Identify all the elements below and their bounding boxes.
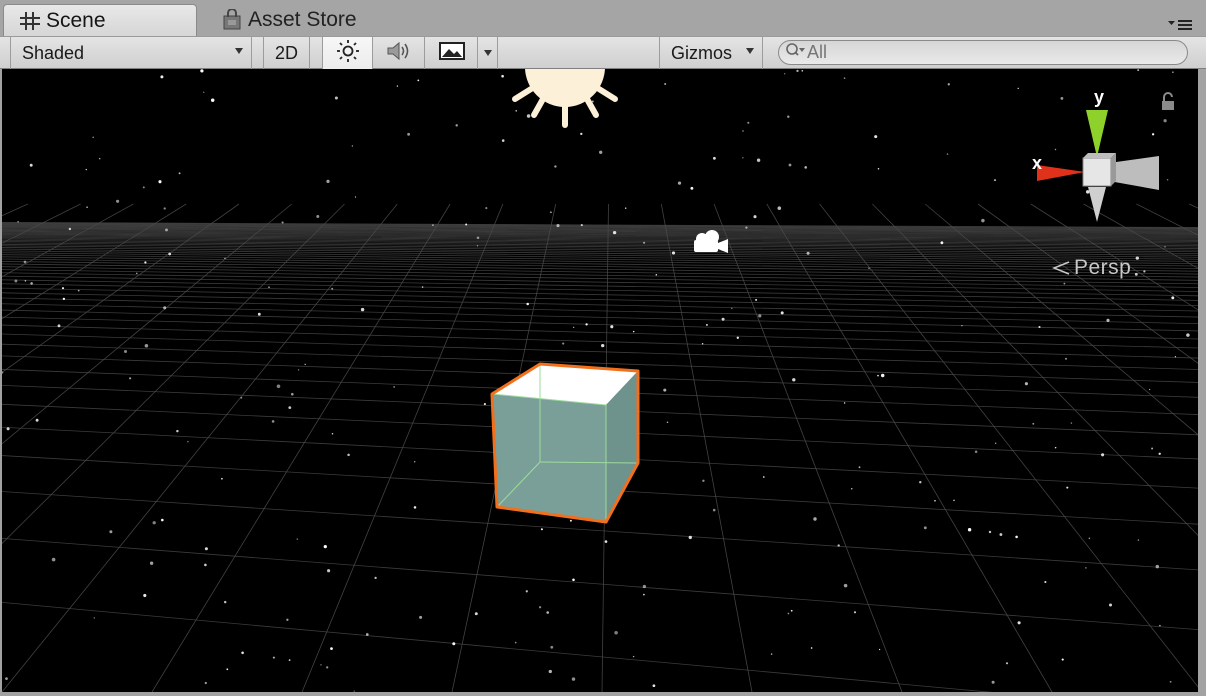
2d-toggle-button[interactable]: 2D <box>263 37 310 69</box>
scene-lighting-toggle[interactable] <box>322 37 373 69</box>
2d-label: 2D <box>274 42 298 63</box>
speaker-icon <box>385 39 413 68</box>
tab-scene-label: Scene <box>46 8 106 32</box>
draw-mode-label: Shaded <box>22 42 85 63</box>
scene-toolbar: Shaded 2D Gizmos All <box>0 36 1206 69</box>
draw-mode-dropdown[interactable]: Shaded <box>10 37 252 69</box>
orientation-gizmo[interactable] <box>1037 110 1159 222</box>
gizmos-dropdown[interactable]: Gizmos <box>659 37 763 69</box>
tab-scene[interactable]: Scene <box>3 4 197 36</box>
search-field[interactable]: All <box>778 40 1188 65</box>
panel-menu-icon[interactable] <box>1168 14 1194 32</box>
chevron-down-icon <box>746 48 754 54</box>
chevron-down-icon <box>235 48 243 54</box>
tab-bar: Scene Asset Store <box>0 0 1206 36</box>
sun-icon <box>336 39 360 68</box>
chevron-left-icon <box>1052 260 1070 276</box>
image-icon <box>438 41 465 66</box>
directional-light-icon <box>512 69 618 128</box>
selected-cube <box>490 362 640 524</box>
lock-icon[interactable] <box>1162 92 1174 110</box>
scene-effects-toggle[interactable] <box>426 37 478 69</box>
projection-toggle[interactable]: Persp <box>1052 256 1131 280</box>
scene-render <box>2 69 1198 692</box>
axis-y-label: y <box>1094 87 1105 107</box>
scene-viewport[interactable]: y x Persp <box>2 69 1198 692</box>
gizmos-label: Gizmos <box>671 42 733 63</box>
effects-dropdown[interactable] <box>478 37 498 69</box>
tab-asset-store[interactable]: Asset Store <box>216 4 436 36</box>
search-icon <box>785 42 807 63</box>
scene-audio-toggle[interactable] <box>373 37 425 69</box>
projection-label: Persp <box>1074 256 1132 279</box>
shopping-bag-icon <box>220 9 244 31</box>
search-placeholder: All <box>807 42 828 62</box>
chevron-down-icon <box>483 50 492 56</box>
tab-asset-store-label: Asset Store <box>248 8 357 31</box>
scene-grid-icon <box>18 10 42 32</box>
axis-x-label: x <box>1032 153 1043 173</box>
